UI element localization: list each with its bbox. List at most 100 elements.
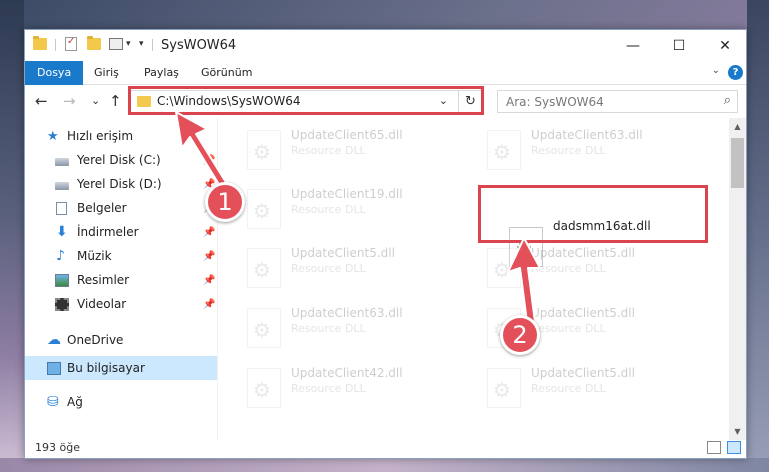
list-item[interactable]: UpdateClient63.dll Resource DLL — [465, 120, 695, 178]
sidebar-item-label: Müzik — [77, 249, 112, 263]
list-item[interactable]: UpdateClient5.dll Resource DLL — [225, 238, 455, 296]
file-name: UpdateClient5.dll — [531, 306, 635, 320]
scroll-up-icon[interactable]: ▲ — [729, 118, 746, 135]
list-item[interactable]: UpdateClient65.dll Resource DLL — [225, 120, 455, 178]
videos-icon — [55, 297, 69, 311]
dll-file-icon — [487, 130, 521, 170]
file-name: UpdateClient5.dll — [531, 246, 635, 260]
documents-icon — [56, 201, 67, 215]
tab-file[interactable]: Dosya — [25, 61, 84, 85]
maximize-button[interactable]: ☐ — [656, 30, 702, 61]
list-item[interactable]: UpdateClient5.dll Resource DLL — [465, 298, 695, 356]
pin-icon: 📌 — [203, 274, 216, 286]
minimize-button[interactable]: — — [610, 30, 656, 61]
sidebar-item-local-disk-d[interactable]: Yerel Disk (D:) 📌 — [25, 172, 217, 196]
pin-icon: 📌 — [203, 298, 216, 310]
up-button[interactable]: ↑ — [109, 92, 122, 110]
network-icon: ⛁ — [47, 393, 59, 410]
new-folder-icon[interactable] — [87, 36, 101, 50]
dll-file-icon — [247, 248, 281, 288]
item-count: 193 öğe — [35, 441, 80, 454]
star-icon: ★ — [47, 128, 59, 144]
file-name: UpdateClient63.dll — [531, 128, 643, 142]
recent-locations-button[interactable]: ⌄ — [91, 94, 100, 107]
sidebar-item-label: Yerel Disk (C:) — [77, 153, 161, 167]
help-icon[interactable]: ? — [728, 65, 743, 80]
chevron-down-icon[interactable]: ▾ — [126, 39, 131, 49]
file-description: Resource DLL — [291, 262, 366, 275]
folder-icon — [33, 36, 47, 50]
file-name: UpdateClient5.dll — [531, 366, 635, 380]
toolbar-separator — [55, 39, 56, 51]
forward-button[interactable]: → — [63, 92, 76, 110]
file-description: Resource DLL — [291, 203, 366, 216]
pin-icon: 📌 — [203, 250, 216, 262]
close-button[interactable]: ✕ — [702, 30, 748, 61]
sidebar-item-this-pc[interactable]: Bu bilgisayar — [25, 356, 217, 380]
list-item[interactable]: UpdateClient63.dll Resource DLL — [225, 298, 455, 356]
pane-divider[interactable] — [217, 118, 218, 440]
search-input[interactable]: Ara: SysWOW64 ⌕ — [497, 90, 738, 113]
ribbon-tabs: Dosya Giriş Paylaş Görünüm ⌄ ? — [25, 61, 746, 85]
sidebar-item-label: OneDrive — [67, 333, 124, 347]
customize-quick-access-icon[interactable] — [109, 38, 123, 50]
sidebar-item-label: Videolar — [77, 297, 127, 311]
quick-access-dropdown-icon[interactable]: ▾ — [139, 39, 144, 49]
large-icons-view-icon[interactable] — [727, 441, 741, 454]
file-description: Resource DLL — [531, 322, 606, 335]
tab-share[interactable]: Paylaş — [144, 61, 179, 85]
details-view-icon[interactable] — [707, 441, 721, 454]
file-description: Resource DLL — [291, 144, 366, 157]
dll-file-icon — [247, 308, 281, 348]
sidebar-item-downloads[interactable]: ⬇ İndirmeler 📌 — [25, 220, 217, 244]
sidebar-item-label: Ağ — [67, 395, 83, 409]
tab-home[interactable]: Giriş — [94, 61, 119, 85]
window-title: SysWOW64 — [161, 38, 237, 53]
file-name: UpdateClient19.dll — [291, 187, 403, 201]
file-name: UpdateClient65.dll — [291, 128, 403, 142]
list-item[interactable]: UpdateClient5.dll Resource DLL — [465, 238, 695, 296]
pictures-icon — [55, 273, 69, 287]
sidebar-item-network[interactable]: ⛁ Ağ — [25, 390, 217, 414]
file-highlight — [478, 185, 708, 243]
tab-view[interactable]: Görünüm — [201, 61, 252, 85]
file-list: UpdateClient65.dll Resource DLL UpdateCl… — [225, 118, 735, 440]
sidebar-item-label: Hızlı erişim — [67, 129, 134, 143]
sidebar-item-local-disk-c[interactable]: Yerel Disk (C:) 📌 — [25, 148, 217, 172]
status-bar: 193 öğe — [25, 438, 746, 458]
sidebar-item-music[interactable]: ♪ Müzik 📌 — [25, 244, 217, 268]
list-item[interactable]: UpdateClient19.dll Resource DLL — [225, 179, 455, 237]
sidebar-item-videos[interactable]: Videolar 📌 — [25, 292, 217, 316]
pin-icon: 📌 — [203, 154, 216, 166]
sidebar-item-documents[interactable]: Belgeler 📌 — [25, 196, 217, 220]
properties-icon[interactable] — [65, 36, 77, 51]
file-name: UpdateClient42.dll — [291, 366, 403, 380]
sidebar-item-quick-access[interactable]: ★ Hızlı erişim — [25, 124, 217, 148]
title-bar: ▾ ▾ SysWOW64 — ☐ ✕ — [25, 30, 746, 61]
back-button[interactable]: ← — [35, 92, 48, 110]
toolbar-separator — [152, 39, 153, 51]
music-icon: ♪ — [56, 247, 65, 264]
drive-icon — [55, 181, 69, 190]
file-description: Resource DLL — [531, 262, 606, 275]
search-icon[interactable]: ⌕ — [724, 93, 731, 108]
sidebar-item-onedrive[interactable]: ☁ OneDrive — [25, 328, 217, 352]
sidebar-item-label: Yerel Disk (D:) — [77, 177, 162, 191]
desktop-background-bottom — [0, 458, 769, 472]
sidebar-item-pictures[interactable]: Resimler 📌 — [25, 268, 217, 292]
navigation-pane: ★ Hızlı erişim Yerel Disk (C:) 📌 Yerel D… — [25, 124, 217, 442]
vertical-scrollbar[interactable]: ▲ ▼ — [729, 118, 746, 440]
file-description: Resource DLL — [531, 144, 606, 157]
expand-ribbon-icon[interactable]: ⌄ — [712, 65, 720, 76]
scroll-thumb[interactable] — [731, 138, 744, 188]
list-item[interactable]: UpdateClient42.dll Resource DLL — [225, 358, 455, 416]
drive-icon — [55, 157, 69, 166]
list-item[interactable]: UpdateClient5.dll Resource DLL — [465, 358, 695, 416]
file-description: Resource DLL — [531, 382, 606, 395]
search-placeholder: Ara: SysWOW64 — [506, 95, 604, 109]
dll-file-icon — [247, 130, 281, 170]
address-bar-highlight — [128, 86, 484, 115]
download-icon: ⬇ — [56, 223, 68, 240]
cloud-icon: ☁ — [47, 331, 61, 348]
file-name: UpdateClient5.dll — [291, 246, 395, 260]
